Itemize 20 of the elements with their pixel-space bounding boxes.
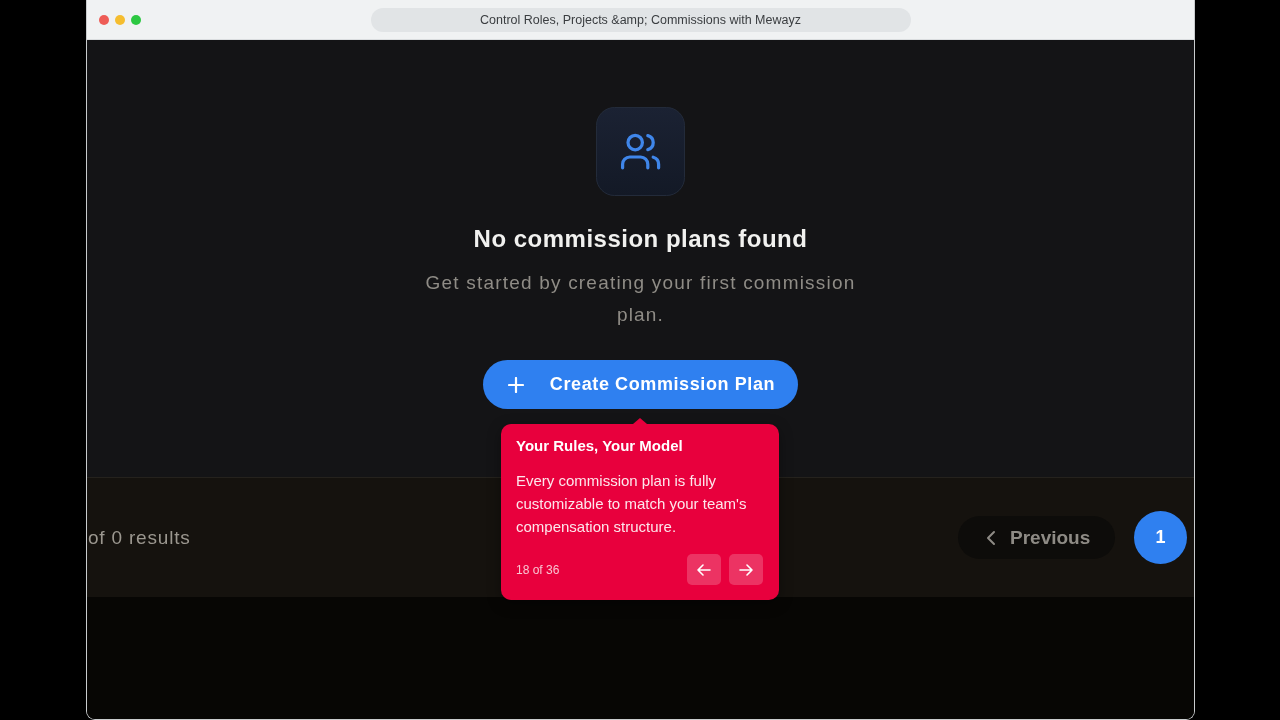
create-commission-plan-button[interactable]: Create Commission Plan — [482, 360, 799, 409]
tour-back-button[interactable] — [687, 554, 721, 585]
arrow-left-icon — [697, 563, 711, 576]
page-number-button[interactable]: 1 — [1134, 511, 1187, 564]
users-icon — [596, 107, 685, 196]
results-summary: of 0 results — [88, 526, 191, 549]
tooltip-body: Every commission plan is fully customizable to match your team's compensation structure. — [516, 471, 748, 537]
empty-state-description: Get started by creating your first commission plan. — [424, 271, 857, 327]
plus-icon — [507, 376, 524, 393]
arrow-right-icon — [739, 563, 753, 576]
window-close-icon[interactable] — [99, 14, 109, 25]
address-bar[interactable]: Control Roles, Projects &amp; Commissions with Mewayz — [370, 7, 911, 32]
empty-state-title: No commission plans found — [473, 224, 808, 254]
window-minimize-icon[interactable] — [115, 14, 125, 25]
tour-step-counter: 18 of 36 — [516, 562, 560, 577]
window-zoom-icon[interactable] — [131, 14, 141, 25]
chevron-left-icon — [986, 529, 996, 546]
previous-page-button[interactable]: Previous — [958, 516, 1115, 559]
tooltip-title: Your Rules, Your Model — [516, 436, 684, 456]
tour-next-button[interactable] — [729, 554, 763, 585]
